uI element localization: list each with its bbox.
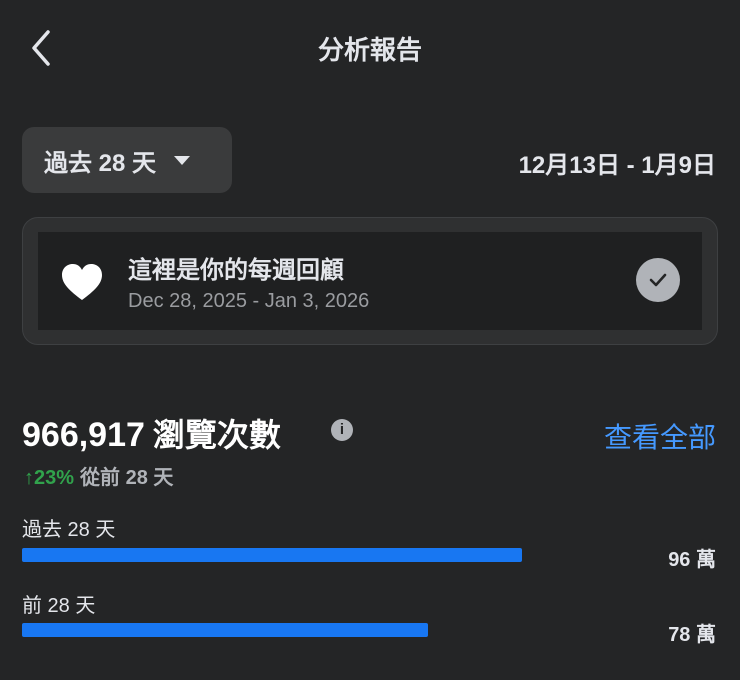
- caret-down-icon: [174, 155, 191, 165]
- info-icon[interactable]: i: [331, 419, 353, 441]
- weekly-recap-item[interactable]: 這裡是你的每週回顧 Dec 28, 2025 - Jan 3, 2026: [38, 232, 702, 330]
- date-range-dropdown[interactable]: 過去 28 天: [22, 127, 232, 193]
- page-title: 分析報告: [317, 35, 422, 65]
- date-range-text: 12月13日 - 1月9日: [518, 152, 716, 179]
- current-period-bar: [22, 548, 522, 562]
- range-dropdown-label: 過去 28 天: [44, 149, 157, 177]
- previous-period-value: 78 萬: [668, 624, 716, 646]
- views-label: 瀏覽次數: [152, 417, 281, 453]
- top-bar: 分析報告: [0, 0, 740, 100]
- heart-icon: [62, 264, 102, 300]
- change-comparison-text: 從前 28 天: [80, 467, 174, 489]
- current-period-value: 96 萬: [668, 549, 716, 571]
- weekly-recap-card: 這裡是你的每週回顧 Dec 28, 2025 - Jan 3, 2026: [22, 217, 718, 345]
- arrow-up-icon: ↑: [24, 467, 34, 489]
- recap-dates: Dec 28, 2025 - Jan 3, 2026: [128, 290, 370, 312]
- previous-period-label: 前 28 天: [22, 595, 96, 617]
- views-count: 966,917: [22, 416, 145, 454]
- change-percent: 23%: [34, 467, 75, 489]
- current-period-label: 過去 28 天: [22, 519, 116, 541]
- previous-period-bar: [22, 623, 428, 637]
- see-all-link[interactable]: 查看全部: [604, 416, 716, 456]
- views-total: 966,917 瀏覽次數: [22, 410, 281, 456]
- check-circle-icon: [636, 258, 680, 302]
- recap-title: 這裡是你的每週回顧: [128, 257, 344, 284]
- views-change: ↑23% 從前 28 天: [24, 461, 173, 490]
